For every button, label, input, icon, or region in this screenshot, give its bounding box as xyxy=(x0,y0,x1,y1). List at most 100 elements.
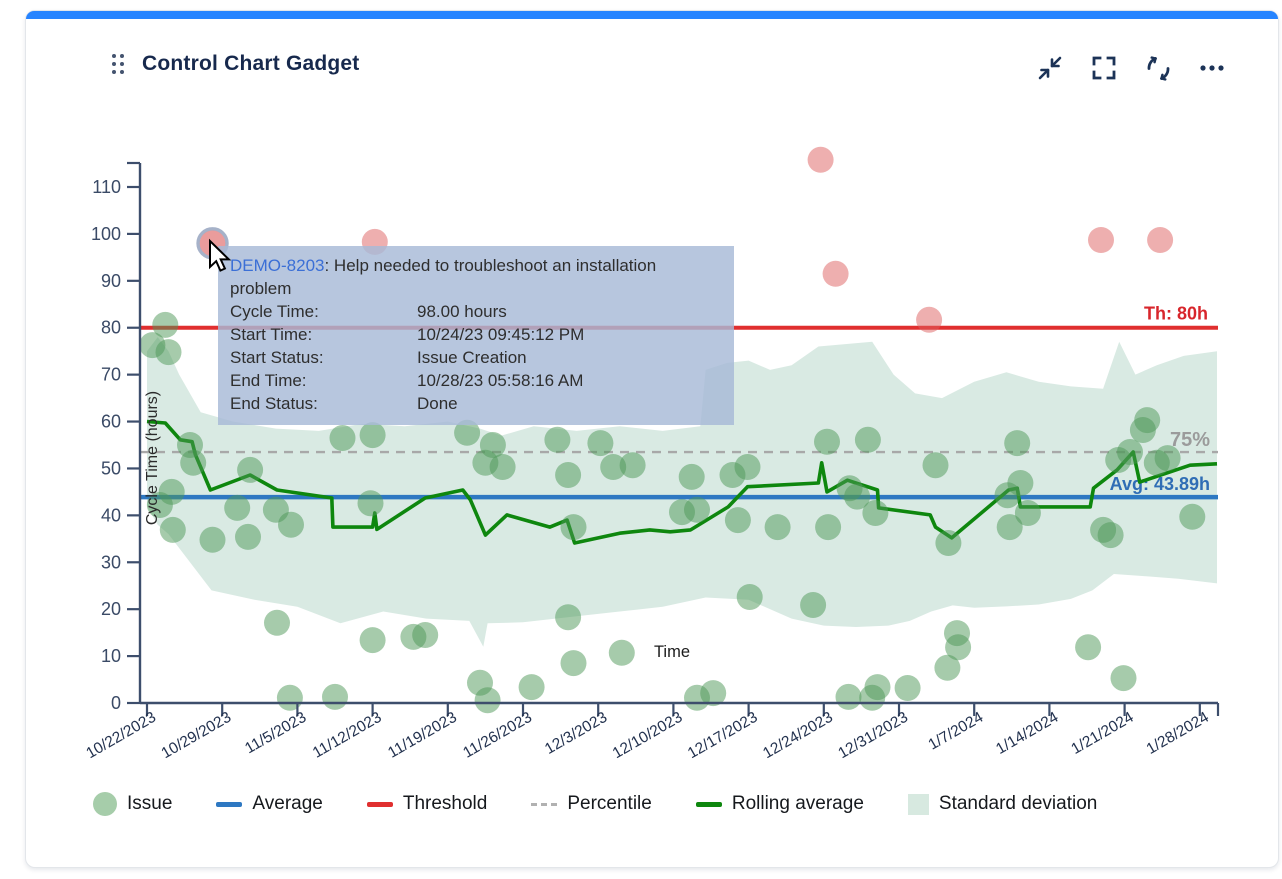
legend-swatch xyxy=(216,802,242,807)
legend-swatch xyxy=(908,794,929,815)
issue-point[interactable] xyxy=(700,680,726,706)
legend-swatch xyxy=(93,792,117,816)
legend-swatch xyxy=(367,802,393,807)
issue-point[interactable] xyxy=(475,687,501,713)
issue-point[interactable] xyxy=(160,517,186,543)
legend-swatch xyxy=(531,803,557,806)
issue-point[interactable] xyxy=(836,684,862,710)
issue-point[interactable] xyxy=(412,622,438,648)
issue-point[interactable] xyxy=(358,490,384,516)
legend-item-average[interactable]: Average xyxy=(216,793,322,815)
outlier-point[interactable] xyxy=(916,307,942,333)
issue-point[interactable] xyxy=(180,450,206,476)
issue-point[interactable] xyxy=(800,592,826,618)
issue-point[interactable] xyxy=(490,454,516,480)
more-options-icon[interactable] xyxy=(1198,54,1226,82)
legend-label: Percentile xyxy=(567,793,652,815)
issue-point[interactable] xyxy=(561,514,587,540)
issue-point[interactable] xyxy=(1015,500,1041,526)
legend-label: Rolling average xyxy=(732,793,864,815)
fullscreen-icon[interactable] xyxy=(1090,54,1118,82)
collapse-icon[interactable] xyxy=(1036,54,1064,82)
issue-point[interactable] xyxy=(923,452,949,478)
issue-point[interactable] xyxy=(235,524,261,550)
issue-point[interactable] xyxy=(200,527,226,553)
tooltip-title: DEMO-8203: Help needed to troubleshoot a… xyxy=(230,254,722,300)
issue-point[interactable] xyxy=(735,454,761,480)
drag-handle-icon[interactable] xyxy=(112,54,124,74)
issue-point[interactable] xyxy=(855,427,881,453)
issue-point[interactable] xyxy=(555,604,581,630)
issue-point[interactable] xyxy=(237,457,263,483)
issue-point[interactable] xyxy=(895,675,921,701)
issue-point[interactable] xyxy=(935,530,961,556)
gadget-card xyxy=(25,10,1279,868)
issue-point[interactable] xyxy=(865,674,891,700)
issue-point[interactable] xyxy=(815,514,841,540)
outlier-point[interactable] xyxy=(1088,227,1114,253)
legend-label: Standard deviation xyxy=(939,793,1097,815)
legend-item-issue[interactable]: Issue xyxy=(93,792,172,816)
issue-point[interactable] xyxy=(277,685,303,711)
gadget-header: Control Chart Gadget xyxy=(112,52,360,76)
tooltip-row-end-status: End Status: Done xyxy=(230,392,722,415)
issue-point[interactable] xyxy=(814,429,840,455)
issue-point[interactable] xyxy=(1155,445,1181,471)
legend-label: Issue xyxy=(127,793,172,815)
tooltip-row-start-status: Start Status: Issue Creation xyxy=(230,346,722,369)
issue-point[interactable] xyxy=(1098,522,1124,548)
issue-point[interactable] xyxy=(156,339,182,365)
issue-point[interactable] xyxy=(360,627,386,653)
issue-point[interactable] xyxy=(737,584,763,610)
issue-point[interactable] xyxy=(519,674,545,700)
issue-point[interactable] xyxy=(1075,634,1101,660)
legend-item-threshold[interactable]: Threshold xyxy=(367,793,488,815)
chart-legend: Issue Average Threshold Percentile Rolling a… xyxy=(93,792,1097,816)
gadget-accent-bar xyxy=(26,11,1278,19)
issue-point[interactable] xyxy=(1004,430,1030,456)
issue-point[interactable] xyxy=(1111,665,1137,691)
issue-point[interactable] xyxy=(322,684,348,710)
issue-point[interactable] xyxy=(152,312,178,338)
issue-point[interactable] xyxy=(1179,504,1205,530)
issue-point[interactable] xyxy=(609,640,635,666)
issue-point[interactable] xyxy=(679,464,705,490)
issue-point[interactable] xyxy=(555,462,581,488)
issue-point[interactable] xyxy=(360,422,386,448)
issue-point[interactable] xyxy=(544,427,570,453)
issue-point[interactable] xyxy=(1007,470,1033,496)
issue-tooltip: DEMO-8203: Help needed to troubleshoot a… xyxy=(218,246,734,425)
issue-point[interactable] xyxy=(1134,407,1160,433)
legend-swatch xyxy=(696,802,722,807)
tooltip-row-end-time: End Time: 10/28/23 05:58:16 AM xyxy=(230,369,722,392)
issue-point[interactable] xyxy=(765,514,791,540)
legend-item-rolling-average[interactable]: Rolling average xyxy=(696,793,864,815)
gadget-title: Control Chart Gadget xyxy=(142,52,360,76)
issue-point[interactable] xyxy=(561,650,587,676)
legend-item-percentile[interactable]: Percentile xyxy=(531,793,652,815)
issue-point[interactable] xyxy=(587,430,613,456)
issue-point[interactable] xyxy=(725,507,751,533)
issue-key-link[interactable]: DEMO-8203 xyxy=(230,256,324,275)
issue-point[interactable] xyxy=(147,492,173,518)
issue-point[interactable] xyxy=(330,425,356,451)
issue-point[interactable] xyxy=(278,512,304,538)
issue-point[interactable] xyxy=(620,452,646,478)
legend-label: Threshold xyxy=(403,793,488,815)
issue-point[interactable] xyxy=(862,500,888,526)
legend-label: Average xyxy=(252,793,322,815)
outlier-point[interactable] xyxy=(823,261,849,287)
tooltip-row-cycle-time: Cycle Time: 98.00 hours xyxy=(230,300,722,323)
legend-item-standard-deviation[interactable]: Standard deviation xyxy=(908,793,1097,815)
issue-point[interactable] xyxy=(684,497,710,523)
issue-point[interactable] xyxy=(224,495,250,521)
issue-point[interactable] xyxy=(1117,439,1143,465)
issue-point[interactable] xyxy=(934,655,960,681)
issue-point[interactable] xyxy=(264,610,290,636)
outlier-point[interactable] xyxy=(1147,227,1173,253)
refresh-icon[interactable] xyxy=(1144,54,1172,82)
dashboard-stage: Control Chart Gadget xyxy=(0,0,1282,879)
outlier-point[interactable] xyxy=(808,147,834,173)
gadget-toolbar xyxy=(1036,54,1226,82)
tooltip-row-start-time: Start Time: 10/24/23 09:45:12 PM xyxy=(230,323,722,346)
